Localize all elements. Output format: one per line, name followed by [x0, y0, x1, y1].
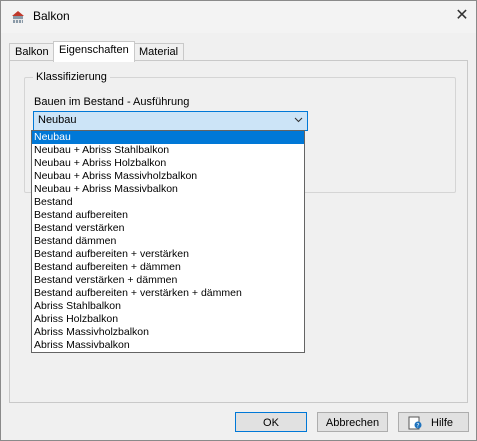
dropdown-option[interactable]: Abriss Holzbalkon	[32, 313, 304, 326]
help-icon: ?	[408, 416, 422, 430]
dropdown-option[interactable]: Abriss Massivbalkon	[32, 339, 304, 352]
field-label: Bauen im Bestand - Ausführung	[34, 96, 190, 108]
tab-material[interactable]: Material	[133, 43, 185, 61]
chevron-down-icon	[294, 117, 303, 123]
title-bar: Balkon ✕	[1, 1, 476, 33]
tab-balkon[interactable]: Balkon	[9, 43, 55, 61]
dropdown-option[interactable]: Neubau	[32, 131, 304, 144]
dropdown-option[interactable]: Neubau + Abriss Massivbalkon	[32, 183, 304, 196]
dropdown-option[interactable]: Bestand verstärken + dämmen	[32, 274, 304, 287]
help-button[interactable]: ? Hilfe	[398, 412, 469, 432]
help-button-label: Hilfe	[431, 417, 454, 429]
dropdown-option[interactable]: Abriss Massivholzbalkon	[32, 326, 304, 339]
close-button[interactable]: ✕	[453, 7, 471, 25]
dropdown-option[interactable]: Bestand dämmen	[32, 235, 304, 248]
tab-eigenschaften[interactable]: Eigenschaften	[53, 41, 135, 62]
balkon-dialog: Balkon ✕ Balkon Eigenschaften Material K…	[0, 0, 477, 441]
dropdown-option[interactable]: Bestand aufbereiten	[32, 209, 304, 222]
dropdown-option[interactable]: Neubau + Abriss Holzbalkon	[32, 157, 304, 170]
close-icon: ✕	[455, 7, 469, 24]
execution-dropdown-list[interactable]: Neubau Neubau + Abriss Stahlbalkon Neubau …	[31, 130, 305, 353]
dropdown-option[interactable]: Bestand aufbereiten + verstärken + dämme…	[32, 287, 304, 300]
dropdown-option[interactable]: Abriss Stahlbalkon	[32, 300, 304, 313]
dropdown-option[interactable]: Bestand verstärken	[32, 222, 304, 235]
balcony-icon	[12, 11, 24, 23]
ok-button[interactable]: OK	[235, 412, 307, 432]
dropdown-option[interactable]: Neubau + Abriss Stahlbalkon	[32, 144, 304, 157]
cancel-button[interactable]: Abbrechen	[317, 412, 388, 432]
window-title: Balkon	[33, 9, 70, 23]
group-title: Klassifizierung	[33, 71, 110, 83]
dropdown-option[interactable]: Bestand	[32, 196, 304, 209]
combobox-value: Neubau	[38, 114, 77, 126]
dropdown-option[interactable]: Bestand aufbereiten + verstärken	[32, 248, 304, 261]
svg-text:?: ?	[416, 423, 419, 430]
dropdown-option[interactable]: Bestand aufbereiten + dämmen	[32, 261, 304, 274]
dropdown-option[interactable]: Neubau + Abriss Massivholzbalkon	[32, 170, 304, 183]
execution-combobox[interactable]: Neubau	[33, 111, 308, 131]
